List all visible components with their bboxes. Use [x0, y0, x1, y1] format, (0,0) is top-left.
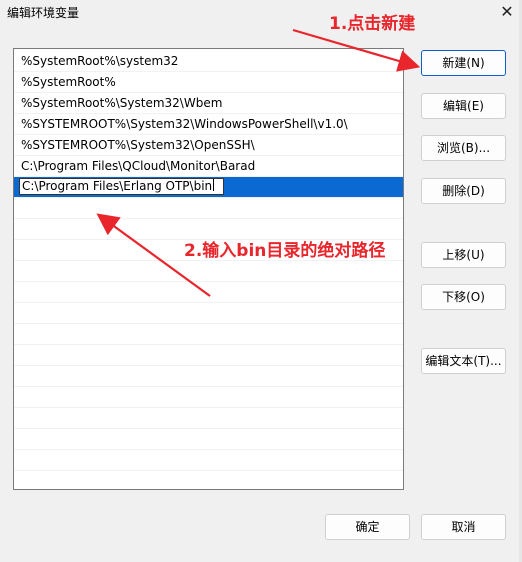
- list-item[interactable]: %SystemRoot%\System32\Wbem: [14, 93, 403, 114]
- edit-button[interactable]: 编辑(E): [421, 93, 506, 119]
- cancel-button[interactable]: 取消: [421, 514, 506, 540]
- empty-row: [14, 408, 403, 429]
- empty-row: [14, 198, 403, 219]
- path-list[interactable]: %SystemRoot%\system32 %SystemRoot% %Syst…: [13, 48, 404, 490]
- new-button[interactable]: 新建(N): [421, 50, 506, 76]
- list-item[interactable]: %SYSTEMROOT%\System32\OpenSSH\: [14, 135, 403, 156]
- browse-button[interactable]: 浏览(B)...: [421, 135, 506, 161]
- empty-row: [14, 303, 403, 324]
- ok-button[interactable]: 确定: [325, 514, 410, 540]
- empty-row: [14, 429, 403, 450]
- empty-row: [14, 261, 403, 282]
- edit-env-variable-dialog: 编辑环境变量 ✕ %SystemRoot%\system32 %SystemRo…: [0, 0, 522, 562]
- empty-row: [14, 366, 403, 387]
- move-down-button[interactable]: 下移(O): [421, 284, 506, 310]
- close-icon[interactable]: ✕: [496, 2, 518, 22]
- empty-row: [14, 324, 403, 345]
- annotation-step1: 1.点击新建: [329, 14, 416, 34]
- annotation-step2: 2.输入bin目录的绝对路径: [184, 241, 386, 261]
- list-item[interactable]: C:\Program Files\QCloud\Monitor\Barad: [14, 156, 403, 177]
- list-item[interactable]: %SYSTEMROOT%\System32\WindowsPowerShell\…: [14, 114, 403, 135]
- text-caret: [213, 179, 215, 191]
- empty-row: [14, 450, 403, 471]
- delete-button[interactable]: 删除(D): [421, 178, 506, 204]
- list-item[interactable]: %SystemRoot%\system32: [14, 51, 403, 72]
- edit-text-button[interactable]: 编辑文本(T)...: [421, 348, 506, 374]
- list-item-editing[interactable]: C:\Program Files\Erlang OTP\bin: [14, 177, 403, 198]
- move-up-button[interactable]: 上移(U): [421, 242, 506, 268]
- path-edit-value: C:\Program Files\Erlang OTP\bin: [22, 179, 213, 193]
- path-edit-input[interactable]: C:\Program Files\Erlang OTP\bin: [19, 178, 224, 195]
- list-item[interactable]: %SystemRoot%: [14, 72, 403, 93]
- empty-row: [14, 282, 403, 303]
- empty-row: [14, 387, 403, 408]
- window-title: 编辑环境变量: [7, 6, 80, 20]
- empty-row: [14, 345, 403, 366]
